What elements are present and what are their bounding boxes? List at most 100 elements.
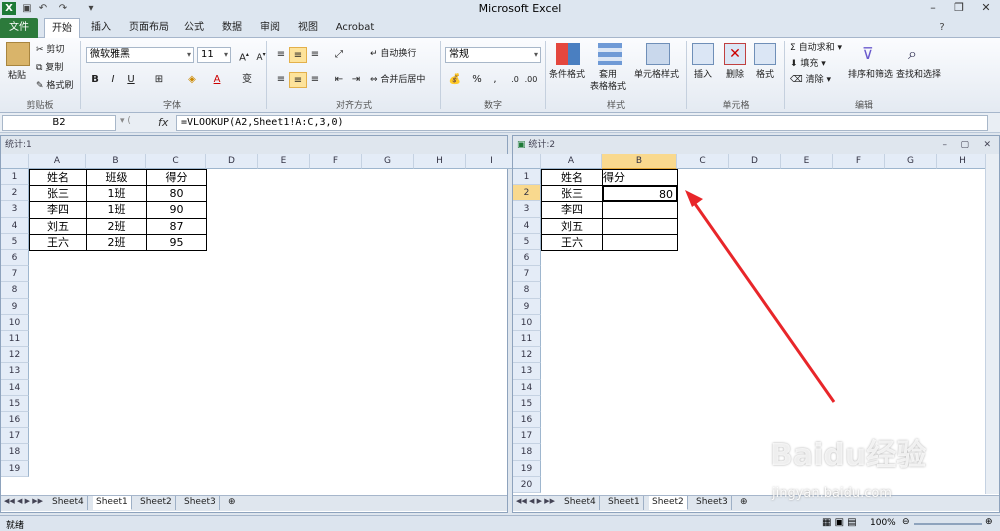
help-icon[interactable]: ? [935,21,949,34]
bold-button[interactable]: B [86,72,104,88]
table-cell[interactable]: 李四 [541,201,603,219]
minimize-icon[interactable]: – [920,0,946,16]
column-header[interactable]: G [885,154,937,169]
column-header[interactable]: F [833,154,885,169]
row-header[interactable]: 7 [513,266,541,283]
font-name-select[interactable]: 微软雅黑 [86,47,194,63]
row-header[interactable]: 19 [1,460,29,477]
paste-button[interactable]: 粘贴 [8,70,26,82]
cut-button[interactable]: ✂ 剪切 [36,44,64,56]
align-right-icon[interactable]: ≡ [306,72,324,88]
column-header[interactable]: B [602,154,677,169]
row-header[interactable]: 18 [513,444,541,461]
table-cell[interactable]: 张三 [541,185,603,203]
sheet-tab-sheet2[interactable]: Sheet2 [137,496,176,510]
customize-qat-icon[interactable]: ▾ [84,2,98,15]
insert-cells-button[interactable]: 插入 [694,69,712,81]
tab-review[interactable]: 审阅 [254,18,286,38]
increase-indent-icon[interactable]: ⇥ [347,72,365,88]
column-header[interactable]: E [258,154,310,169]
row-header[interactable]: 14 [513,379,541,396]
column-header[interactable]: D [729,154,781,169]
row-header[interactable]: 1 [1,169,29,186]
sheet-tab-sheet1[interactable]: Sheet1 [93,496,132,510]
save-icon[interactable]: ▣ [20,2,34,15]
align-bottom-icon[interactable]: ≡ [306,47,324,63]
row-header[interactable]: 18 [1,444,29,461]
row-header[interactable]: 15 [1,395,29,412]
sheet-tab-sheet2[interactable]: Sheet2 [649,496,688,510]
close-icon[interactable]: ✕ [972,0,1000,16]
window2-maximize-icon[interactable]: ▢ [960,136,969,154]
zoom-level[interactable]: 100% [870,518,896,528]
row-header[interactable]: 2 [513,185,541,202]
merge-center-button[interactable]: ⇔ 合并后居中 [370,74,425,86]
row-header[interactable]: 10 [513,314,541,331]
row-header[interactable]: 1 [513,169,541,186]
fill-button[interactable]: ⬇ 填充 ▾ [790,58,826,70]
table-cell[interactable]: 姓名 [541,169,603,187]
column-header[interactable]: B [86,154,146,169]
zoom-out-icon[interactable]: ⊖ [902,517,910,527]
format-as-table-label-2[interactable]: 表格格式 [590,81,626,93]
row-header[interactable]: 13 [1,363,29,380]
row-header[interactable]: 3 [1,201,29,218]
row-header[interactable]: 12 [1,347,29,364]
first-sheet-icon[interactable]: ◀◀ ◀ ▶ ▶▶ [516,497,555,505]
decrease-indent-icon[interactable]: ⇤ [330,72,348,88]
table-cell[interactable]: 1班 [86,185,147,203]
row-header[interactable]: 20 [513,476,541,493]
shrink-font-icon[interactable]: A▾ [252,47,270,63]
tab-insert[interactable]: 插入 [84,18,118,38]
zoom-in-icon[interactable]: ⊕ [985,517,993,527]
fill-color-icon[interactable]: ◈ [183,72,201,88]
autosum-button[interactable]: Σ 自动求和 ▾ [790,42,842,54]
table-cell[interactable] [602,217,678,235]
column-header[interactable]: E [781,154,833,169]
row-header[interactable]: 6 [1,250,29,267]
table-cell[interactable]: 得分 [602,169,678,187]
table-cell[interactable]: 1班 [86,201,147,219]
percent-button[interactable]: % [468,72,486,88]
wrap-text-button[interactable]: ↵ 自动换行 [370,48,416,60]
row-header[interactable]: 15 [513,395,541,412]
row-header[interactable]: 5 [513,233,541,250]
row-header[interactable]: 8 [1,282,29,299]
tab-home[interactable]: 开始 [44,18,80,39]
sort-filter-button[interactable]: 排序和筛选 [848,69,893,81]
table-cell[interactable]: 得分 [146,169,207,187]
format-cells-button[interactable]: 格式 [756,69,774,81]
row-header[interactable]: 17 [513,428,541,445]
row-header[interactable]: 5 [1,233,29,250]
table-cell[interactable]: 87 [146,217,207,235]
row-header[interactable]: 6 [513,250,541,267]
row-header[interactable]: 4 [513,217,541,234]
table-cell[interactable]: 2班 [86,217,147,235]
orientation-icon[interactable]: ⤢ [330,47,348,63]
comma-button[interactable]: , [486,72,504,88]
table-cell[interactable]: 刘五 [29,217,87,235]
currency-icon[interactable]: 💰 [446,72,464,88]
select-all-corner[interactable] [513,154,541,169]
row-header[interactable]: 9 [513,298,541,315]
active-cell[interactable]: 80 [602,185,678,203]
row-header[interactable]: 16 [1,412,29,429]
underline-button[interactable]: U [122,72,140,88]
column-header[interactable]: H [414,154,466,169]
delete-cells-icon[interactable]: ✕ [724,43,746,65]
row-header[interactable]: 8 [513,282,541,299]
cell-styles-button[interactable]: 单元格样式 [634,69,679,81]
align-center-icon[interactable]: ≡ [289,72,307,88]
italic-button[interactable]: I [104,72,122,88]
tab-formulas[interactable]: 公式 [178,18,210,38]
conditional-format-button[interactable]: 条件格式 [549,69,585,81]
tab-file[interactable]: 文件 [0,18,38,38]
row-header[interactable]: 11 [1,331,29,348]
table-cell[interactable]: 90 [146,201,207,219]
tab-acrobat[interactable]: Acrobat [330,18,380,38]
undo-icon[interactable]: ↶ [36,2,50,15]
sort-filter-icon[interactable]: ⊽ [862,43,882,65]
table-cell[interactable]: 2班 [86,233,147,251]
row-header[interactable]: 13 [513,363,541,380]
sheet-tab-sheet4[interactable]: Sheet4 [49,496,88,510]
